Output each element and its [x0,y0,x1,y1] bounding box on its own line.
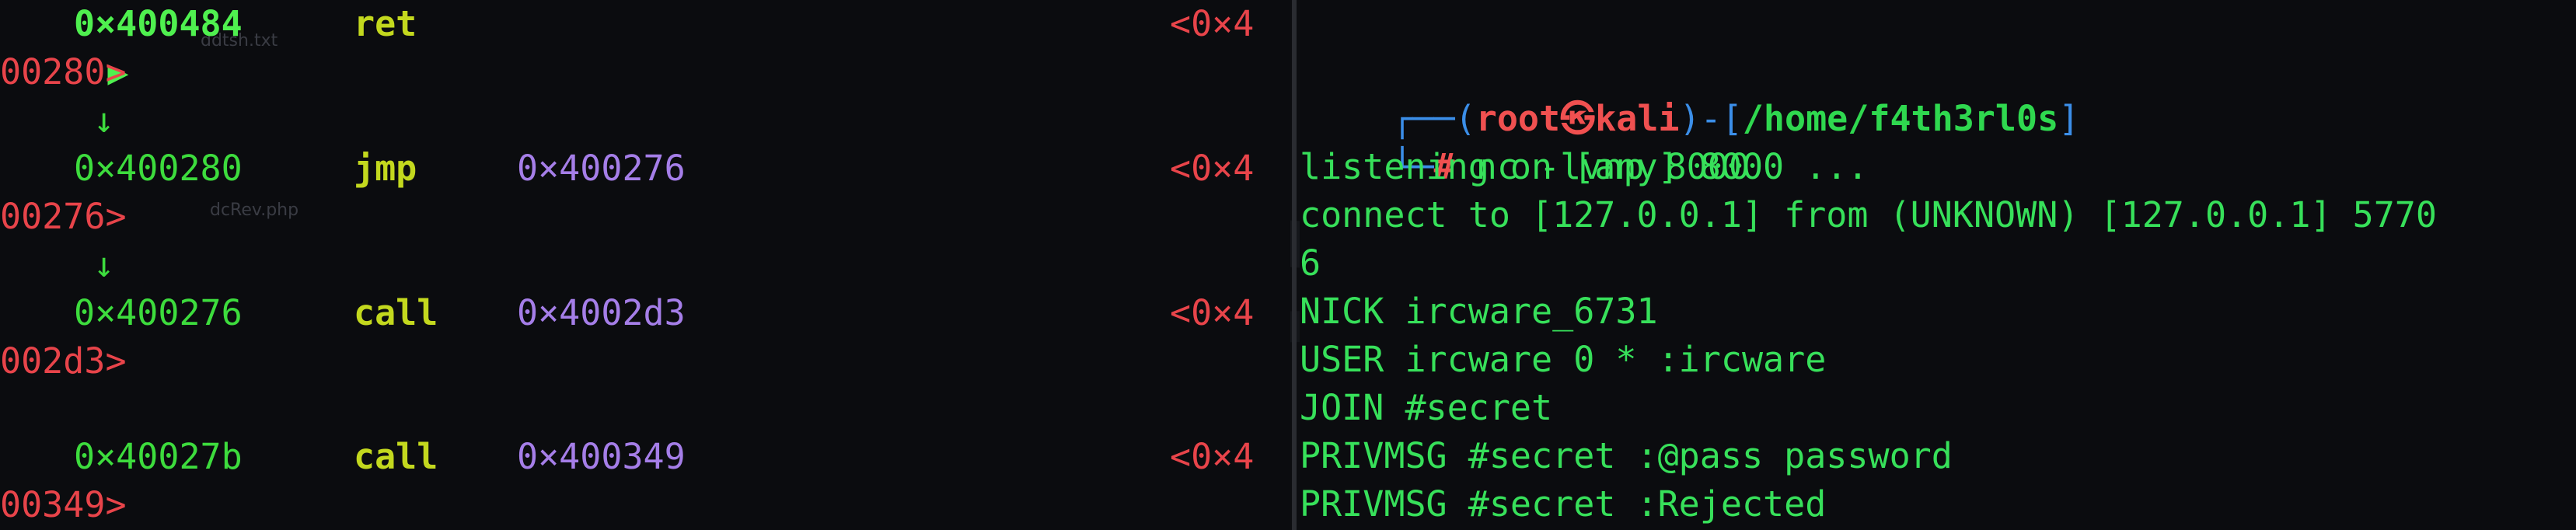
instruction-address: 0×400484 [74,3,243,44]
instruction-mnemonic: ret [354,3,417,44]
terminal-output-line: PRIVMSG #secret :@pass password [1300,435,1953,476]
terminal-output-line: JOIN #secret [1300,387,1553,428]
terminal-pane[interactable]: ┌──(root㉿kali)-[/home/f4th3rl0s] └─# nc … [1300,0,2576,530]
instruction-operand: 0×4002d3 [517,292,686,333]
instruction-operand: 0×400349 [517,436,686,477]
command-line[interactable]: └─# nc -lvnp 8000 [1307,95,1750,187]
terminal-output-line: NICK ircware_6731 [1300,291,1658,332]
desktop-file-label: dcRev.php [210,200,299,220]
prompt-bracket-close: ] [2058,98,2080,139]
prompt-path: /home/f4th3rl0s [1742,98,2059,139]
terminal-output-line: connect to [127.0.0.1] from (UNKNOWN) [1… [1300,194,2437,235]
instruction-address: 0×40027b [74,436,243,477]
instruction-address: 0×400276 [74,292,243,333]
instruction-target-wrap: 00280> [0,51,127,92]
disassembly-pane: ddtsh.txt dcRev.php ▶ 0×400484 ret <0×4 … [0,0,1290,530]
flow-arrow-icon: ↓ [93,244,115,285]
instruction-address: 0×400280 [74,148,243,189]
instruction-target-wrap: 00349> [0,484,127,525]
terminal-output-line: USER ircware 0 * :ircware [1300,339,1827,380]
instruction-mnemonic: call [354,292,438,333]
instruction-mnemonic: call [354,436,438,477]
instruction-operand: 0×400276 [517,148,686,189]
pane-divider[interactable] [1292,0,1297,530]
terminal-output-line: 6 [1300,242,1321,284]
terminal-output-line: listening on [any] 8000 ... [1300,146,1869,187]
instruction-target-truncated: <0×4 [1170,292,1255,333]
prompt-line: ┌──(root㉿kali)-[/home/f4th3rl0s] [1307,47,2079,139]
instruction-target-truncated: <0×4 [1170,436,1255,477]
terminal-output-line: PRIVMSG #secret :Rejected [1300,483,1827,525]
instruction-target-truncated: <0×4 [1170,148,1255,189]
flow-arrow-icon: ↓ [93,99,115,141]
instruction-target-truncated: <0×4 [1170,3,1255,44]
instruction-mnemonic: jmp [354,148,417,189]
instruction-target-wrap: 00276> [0,196,127,237]
instruction-target-wrap: 002d3> [0,340,127,382]
